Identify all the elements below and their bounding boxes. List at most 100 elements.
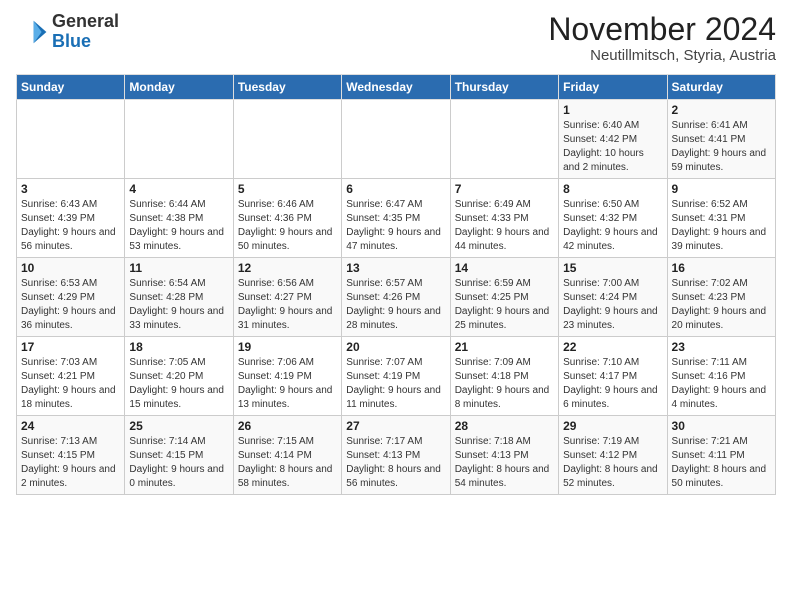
- day-info: Sunrise: 6:56 AM Sunset: 4:27 PM Dayligh…: [238, 277, 337, 333]
- title-area: November 2024 Neutillmitsch, Styria, Aus…: [548, 12, 776, 64]
- day-info: Sunrise: 6:40 AM Sunset: 4:42 PM Dayligh…: [563, 119, 662, 175]
- calendar-cell: [450, 100, 558, 179]
- day-number: 1: [563, 103, 662, 117]
- day-info: Sunrise: 7:18 AM Sunset: 4:13 PM Dayligh…: [455, 435, 554, 491]
- calendar-cell: 15 Sunrise: 7:00 AM Sunset: 4:24 PM Dayli…: [559, 258, 667, 337]
- calendar-cell: 13Sunrise: 6:57 AM Sunset: 4:26 PM Dayli…: [342, 258, 450, 337]
- day-info: Sunrise: 6:50 AM Sunset: 4:32 PM Dayligh…: [563, 198, 662, 254]
- day-info: Sunrise: 6:49 AM Sunset: 4:33 PM Dayligh…: [455, 198, 554, 254]
- day-number: 25: [129, 419, 228, 433]
- calendar-cell: 9Sunrise: 6:52 AM Sunset: 4:31 PM Daylig…: [667, 179, 775, 258]
- calendar-cell: 30 Sunrise: 7:21 AM Sunset: 4:11 PM Dayli…: [667, 416, 775, 495]
- calendar-week-row: 17 Sunrise: 7:03 AM Sunset: 4:21 PM Dayli…: [17, 337, 776, 416]
- day-number: 26: [238, 419, 337, 433]
- calendar-cell: 2 Sunrise: 6:41 AM Sunset: 4:41 PM Daylig…: [667, 100, 775, 179]
- day-number: 9: [672, 182, 771, 196]
- location: Neutillmitsch, Styria, Austria: [548, 47, 776, 64]
- calendar-cell: 21 Sunrise: 7:09 AM Sunset: 4:18 PM Dayli…: [450, 337, 558, 416]
- col-wednesday: Wednesday: [342, 75, 450, 100]
- day-info: Sunrise: 6:53 AM Sunset: 4:29 PM Dayligh…: [21, 277, 120, 333]
- day-number: 30: [672, 419, 771, 433]
- day-number: 4: [129, 182, 228, 196]
- day-number: 20: [346, 340, 445, 354]
- day-number: 12: [238, 261, 337, 275]
- day-info: Sunrise: 6:46 AM Sunset: 4:36 PM Dayligh…: [238, 198, 337, 254]
- calendar-cell: [17, 100, 125, 179]
- calendar-cell: 26 Sunrise: 7:15 AM Sunset: 4:14 PM Dayli…: [233, 416, 341, 495]
- day-number: 7: [455, 182, 554, 196]
- day-number: 21: [455, 340, 554, 354]
- calendar-cell: 25Sunrise: 7:14 AM Sunset: 4:15 PM Dayli…: [125, 416, 233, 495]
- calendar-cell: 23 Sunrise: 7:11 AM Sunset: 4:16 PM Dayli…: [667, 337, 775, 416]
- day-info: Sunrise: 6:44 AM Sunset: 4:38 PM Dayligh…: [129, 198, 228, 254]
- header-area: General Blue November 2024 Neutillmitsch…: [16, 12, 776, 64]
- calendar-cell: 17 Sunrise: 7:03 AM Sunset: 4:21 PM Dayli…: [17, 337, 125, 416]
- day-number: 29: [563, 419, 662, 433]
- calendar-week-row: 3 Sunrise: 6:43 AM Sunset: 4:39 PM Daylig…: [17, 179, 776, 258]
- day-info: Sunrise: 7:19 AM Sunset: 4:12 PM Dayligh…: [563, 435, 662, 491]
- col-friday: Friday: [559, 75, 667, 100]
- calendar-cell: 28Sunrise: 7:18 AM Sunset: 4:13 PM Dayli…: [450, 416, 558, 495]
- day-info: Sunrise: 6:41 AM Sunset: 4:41 PM Dayligh…: [672, 119, 771, 175]
- calendar-cell: 3 Sunrise: 6:43 AM Sunset: 4:39 PM Daylig…: [17, 179, 125, 258]
- day-number: 17: [21, 340, 120, 354]
- calendar-cell: 6 Sunrise: 6:47 AM Sunset: 4:35 PM Daylig…: [342, 179, 450, 258]
- day-number: 13: [346, 261, 445, 275]
- day-info: Sunrise: 7:03 AM Sunset: 4:21 PM Dayligh…: [21, 356, 120, 412]
- day-info: Sunrise: 7:07 AM Sunset: 4:19 PM Dayligh…: [346, 356, 445, 412]
- calendar-cell: 10 Sunrise: 6:53 AM Sunset: 4:29 PM Dayli…: [17, 258, 125, 337]
- day-info: Sunrise: 7:10 AM Sunset: 4:17 PM Dayligh…: [563, 356, 662, 412]
- day-info: Sunrise: 7:21 AM Sunset: 4:11 PM Dayligh…: [672, 435, 771, 491]
- day-info: Sunrise: 7:00 AM Sunset: 4:24 PM Dayligh…: [563, 277, 662, 333]
- col-tuesday: Tuesday: [233, 75, 341, 100]
- calendar-cell: 29 Sunrise: 7:19 AM Sunset: 4:12 PM Dayli…: [559, 416, 667, 495]
- day-info: Sunrise: 6:59 AM Sunset: 4:25 PM Dayligh…: [455, 277, 554, 333]
- calendar-cell: 7 Sunrise: 6:49 AM Sunset: 4:33 PM Daylig…: [450, 179, 558, 258]
- calendar-cell: 19 Sunrise: 7:06 AM Sunset: 4:19 PM Dayli…: [233, 337, 341, 416]
- day-number: 18: [129, 340, 228, 354]
- col-thursday: Thursday: [450, 75, 558, 100]
- calendar-cell: 12 Sunrise: 6:56 AM Sunset: 4:27 PM Dayli…: [233, 258, 341, 337]
- calendar-week-row: 10 Sunrise: 6:53 AM Sunset: 4:29 PM Dayli…: [17, 258, 776, 337]
- calendar-cell: 16Sunrise: 7:02 AM Sunset: 4:23 PM Dayli…: [667, 258, 775, 337]
- col-monday: Monday: [125, 75, 233, 100]
- calendar-cell: 4 Sunrise: 6:44 AM Sunset: 4:38 PM Daylig…: [125, 179, 233, 258]
- day-info: Sunrise: 7:15 AM Sunset: 4:14 PM Dayligh…: [238, 435, 337, 491]
- calendar-cell: 5 Sunrise: 6:46 AM Sunset: 4:36 PM Daylig…: [233, 179, 341, 258]
- calendar-cell: 8Sunrise: 6:50 AM Sunset: 4:32 PM Daylig…: [559, 179, 667, 258]
- day-number: 23: [672, 340, 771, 354]
- day-number: 3: [21, 182, 120, 196]
- day-info: Sunrise: 6:47 AM Sunset: 4:35 PM Dayligh…: [346, 198, 445, 254]
- calendar-cell: 18 Sunrise: 7:05 AM Sunset: 4:20 PM Dayli…: [125, 337, 233, 416]
- calendar-cell: 1 Sunrise: 6:40 AM Sunset: 4:42 PM Daylig…: [559, 100, 667, 179]
- calendar-table: Sunday Monday Tuesday Wednesday Thursday…: [16, 74, 776, 495]
- day-number: 22: [563, 340, 662, 354]
- calendar-cell: 11Sunrise: 6:54 AM Sunset: 4:28 PM Dayli…: [125, 258, 233, 337]
- day-info: Sunrise: 6:43 AM Sunset: 4:39 PM Dayligh…: [21, 198, 120, 254]
- logo: General Blue: [16, 12, 119, 52]
- calendar-cell: [125, 100, 233, 179]
- day-number: 6: [346, 182, 445, 196]
- day-number: 2: [672, 103, 771, 117]
- day-number: 15: [563, 261, 662, 275]
- calendar-cell: [233, 100, 341, 179]
- calendar-cell: 22 Sunrise: 7:10 AM Sunset: 4:17 PM Dayli…: [559, 337, 667, 416]
- day-info: Sunrise: 7:05 AM Sunset: 4:20 PM Dayligh…: [129, 356, 228, 412]
- calendar-cell: 27 Sunrise: 7:17 AM Sunset: 4:13 PM Dayli…: [342, 416, 450, 495]
- day-info: Sunrise: 7:17 AM Sunset: 4:13 PM Dayligh…: [346, 435, 445, 491]
- day-number: 5: [238, 182, 337, 196]
- day-number: 11: [129, 261, 228, 275]
- day-info: Sunrise: 7:09 AM Sunset: 4:18 PM Dayligh…: [455, 356, 554, 412]
- day-number: 10: [21, 261, 120, 275]
- calendar-cell: [342, 100, 450, 179]
- day-number: 27: [346, 419, 445, 433]
- day-info: Sunrise: 7:06 AM Sunset: 4:19 PM Dayligh…: [238, 356, 337, 412]
- col-sunday: Sunday: [17, 75, 125, 100]
- calendar-cell: 20 Sunrise: 7:07 AM Sunset: 4:19 PM Dayli…: [342, 337, 450, 416]
- logo-text: General Blue: [52, 12, 119, 52]
- calendar-week-row: 24Sunrise: 7:13 AM Sunset: 4:15 PM Dayli…: [17, 416, 776, 495]
- calendar-cell: 24Sunrise: 7:13 AM Sunset: 4:15 PM Dayli…: [17, 416, 125, 495]
- day-info: Sunrise: 7:11 AM Sunset: 4:16 PM Dayligh…: [672, 356, 771, 412]
- day-number: 19: [238, 340, 337, 354]
- col-saturday: Saturday: [667, 75, 775, 100]
